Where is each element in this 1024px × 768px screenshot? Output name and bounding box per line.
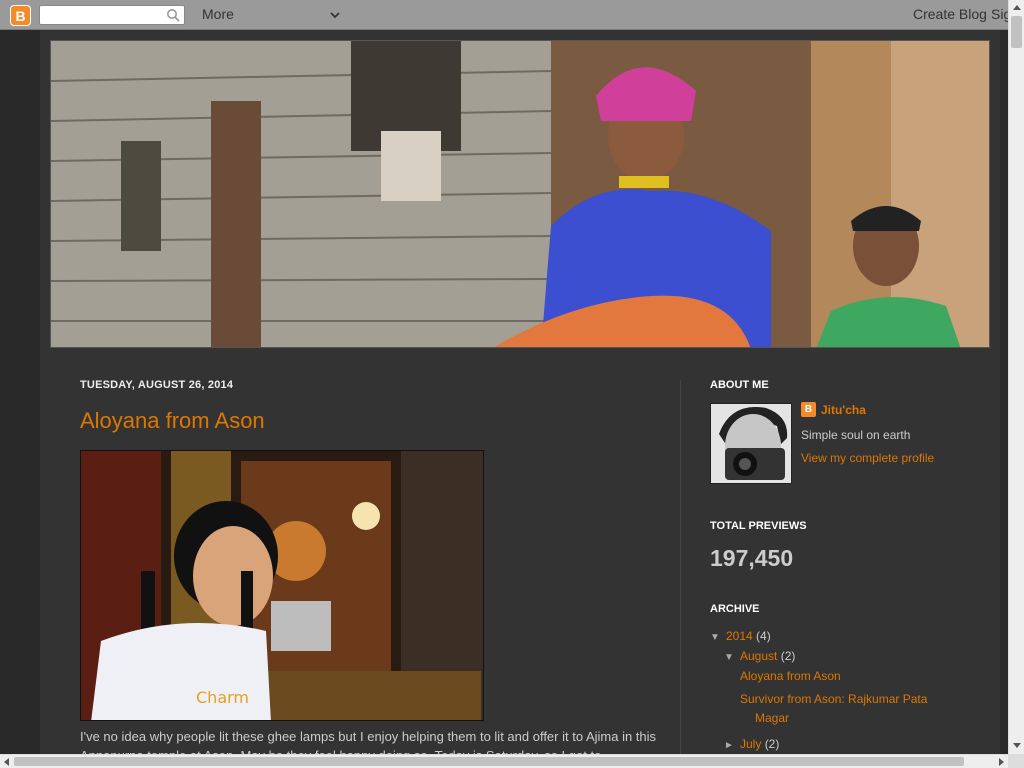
toggle-expanded-icon[interactable]: ▼ [724,652,740,663]
blog-header-image[interactable] [50,40,990,348]
search-icon[interactable] [166,8,180,22]
about-me-heading: ABOUT ME [710,379,769,391]
vertical-scroll-thumb[interactable] [1011,16,1022,48]
blogger-icon: B [801,402,816,417]
blogger-navbar: B More Create Blog Sign In [0,0,1024,30]
horizontal-scrollbar[interactable] [0,754,1008,768]
profile-name-row: B Jitu'cha [801,402,866,417]
post-date-header: TUESDAY, AUGUST 26, 2014 [80,379,234,391]
archive-month-link[interactable]: July [740,737,761,751]
more-menu[interactable]: More [202,6,234,22]
blogger-logo-icon[interactable]: B [10,5,31,26]
post-title-link[interactable]: Aloyana from Ason [80,408,265,434]
vertical-scrollbar[interactable] [1008,0,1024,754]
scroll-up-arrow-icon[interactable] [1009,2,1024,14]
archive-post-text[interactable]: Survivor from Ason: Rajkumar Pata Magar [740,690,940,728]
archive-year-count: (4) [756,629,771,643]
archive-year-link[interactable]: 2014 [726,629,753,643]
horizontal-scroll-thumb[interactable] [14,757,964,766]
archive-heading: ARCHIVE [710,603,760,615]
toggle-collapsed-icon[interactable]: ► [724,740,740,751]
archive-month-count: (2) [764,737,780,751]
archive-month-count: (2) [780,649,796,663]
column-divider [680,380,681,754]
scroll-right-arrow-icon[interactable] [995,755,1007,768]
archive-year-2014: ▼ 2014 (4) [710,629,771,643]
profile-name-link[interactable]: Jitu'cha [821,403,866,417]
post-image[interactable]: Charm [80,450,484,721]
shirt-text: Charm [196,688,249,707]
total-previews-heading: TOTAL PREVIEWS [710,520,807,532]
profile-description: Simple soul on earth [801,428,911,442]
toggle-expanded-icon[interactable]: ▼ [710,632,726,643]
archive-post-link[interactable]: Aloyana from Ason [740,667,940,686]
search-input[interactable] [39,5,185,25]
create-blog-link[interactable]: Create Blog [913,6,987,22]
archive-post-link[interactable]: Survivor from Ason: Rajkumar Pata Magar [740,690,940,728]
scroll-left-arrow-icon[interactable] [1,755,13,768]
view-profile-link[interactable]: View my complete profile [801,451,934,465]
scrollbar-corner [1008,754,1024,768]
chevron-down-icon[interactable] [329,9,341,21]
archive-month-july: ► July (2) [724,737,779,751]
archive-month-link[interactable]: August [740,649,777,663]
profile-photo[interactable] [710,403,792,484]
scroll-down-arrow-icon[interactable] [1009,739,1024,751]
total-previews-count: 197,450 [710,545,794,571]
archive-month-august: ▼ August (2) [724,649,795,663]
